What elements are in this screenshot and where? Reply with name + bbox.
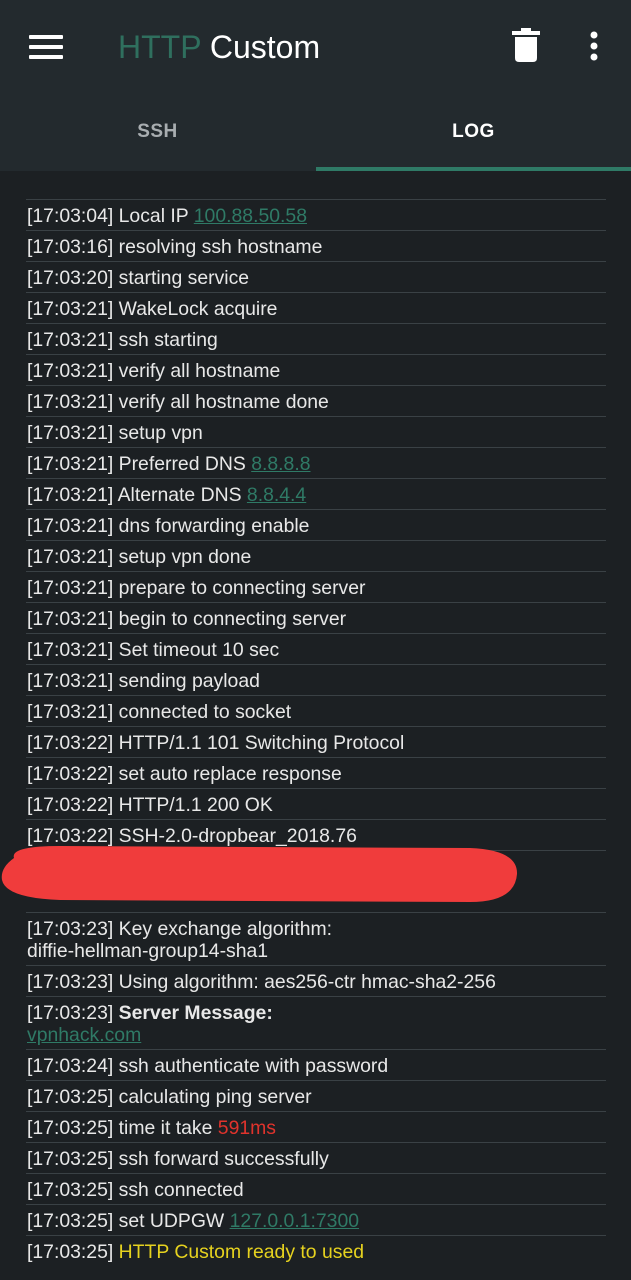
log-row: [17:03:25] ssh connected — [26, 1173, 606, 1204]
log-row: [17:03:23] Key exchange algorithm: diffie… — [26, 912, 606, 965]
log-row: [17:03:21] sending payload — [26, 664, 606, 695]
more-vertical-icon[interactable] — [584, 30, 604, 64]
tab-bar: SSH LOG — [0, 95, 631, 171]
log-row: [17:03:21] verify all hostname — [26, 354, 606, 385]
log-row: [17:03:25] ssh forward successfully — [26, 1142, 606, 1173]
server-message-link[interactable]: vpnhack.com — [27, 1024, 141, 1046]
hamburger-menu-icon[interactable] — [29, 35, 63, 59]
ping-value: 591ms — [217, 1117, 276, 1139]
log-row: [17:03:21] begin to connecting server — [26, 602, 606, 633]
log-row: [17:03:21] ssh starting — [26, 323, 606, 354]
log-row: [17:03:21] verify all hostname done — [26, 385, 606, 416]
log-row: [17:03:21] prepare to connecting server — [26, 571, 606, 602]
app-title-rest: Custom — [200, 29, 321, 65]
trash-icon[interactable] — [512, 28, 540, 62]
log-row: [17:03:25] HTTP Custom ready to used — [26, 1235, 606, 1266]
log-row: [17:03:22] set auto replace response — [26, 757, 606, 788]
local-ip-link[interactable]: 100.88.50.58 — [194, 205, 307, 227]
tab-ssh[interactable]: SSH — [0, 95, 315, 171]
log-row: [17:03:20] starting service — [26, 261, 606, 292]
log-row: [17:03:25] calculating ping server — [26, 1080, 606, 1111]
ready-status: HTTP Custom ready to used — [113, 1241, 365, 1263]
log-list[interactable]: [17:03:04] Local IP 100.88.50.58 [17:03:… — [26, 199, 606, 1266]
udpgw-link[interactable]: 127.0.0.1:7300 — [230, 1210, 359, 1232]
log-row: [17:03:25] time it take 591ms — [26, 1111, 606, 1142]
redaction-scribble — [1, 846, 518, 902]
log-row: [17:03:23] Server Message: vpnhack.com — [26, 996, 606, 1049]
log-row: [17:03:21] Alternate DNS 8.8.4.4 — [26, 478, 606, 509]
log-row: [17:03:24] ssh authenticate with passwor… — [26, 1049, 606, 1080]
app-title: HTTP Custom — [118, 28, 320, 66]
log-row: [17:03:22] HTTP/1.1 101 Switching Protoc… — [26, 726, 606, 757]
log-row: [17:03:21] setup vpn done — [26, 540, 606, 571]
app-title-brand: HTTP — [118, 29, 201, 65]
log-row: [17:03:25] set UDPGW 127.0.0.1:7300 — [26, 1204, 606, 1235]
log-row: [17:03:21] connected to socket — [26, 695, 606, 726]
alternate-dns-link[interactable]: 8.8.4.4 — [247, 484, 306, 506]
log-row: [17:03:22] HTTP/1.1 200 OK — [26, 788, 606, 819]
log-row: [17:03:23] Using algorithm: aes256-ctr h… — [26, 965, 606, 996]
app-bar: HTTP Custom — [0, 0, 631, 95]
log-row: [17:03:21] dns forwarding enable — [26, 509, 606, 540]
log-row: [17:03:04] Local IP 100.88.50.58 — [26, 199, 606, 230]
log-row: [17:03:21] WakeLock acquire — [26, 292, 606, 323]
log-row: [17:03:21] setup vpn — [26, 416, 606, 447]
tab-log[interactable]: LOG — [316, 95, 631, 171]
tab-selected-indicator — [316, 167, 631, 171]
log-row: [17:03:21] Preferred DNS 8.8.8.8 — [26, 447, 606, 478]
preferred-dns-link[interactable]: 8.8.8.8 — [251, 453, 310, 475]
log-row: [17:03:16] resolving ssh hostname — [26, 230, 606, 261]
log-row: [17:03:21] Set timeout 10 sec — [26, 633, 606, 664]
